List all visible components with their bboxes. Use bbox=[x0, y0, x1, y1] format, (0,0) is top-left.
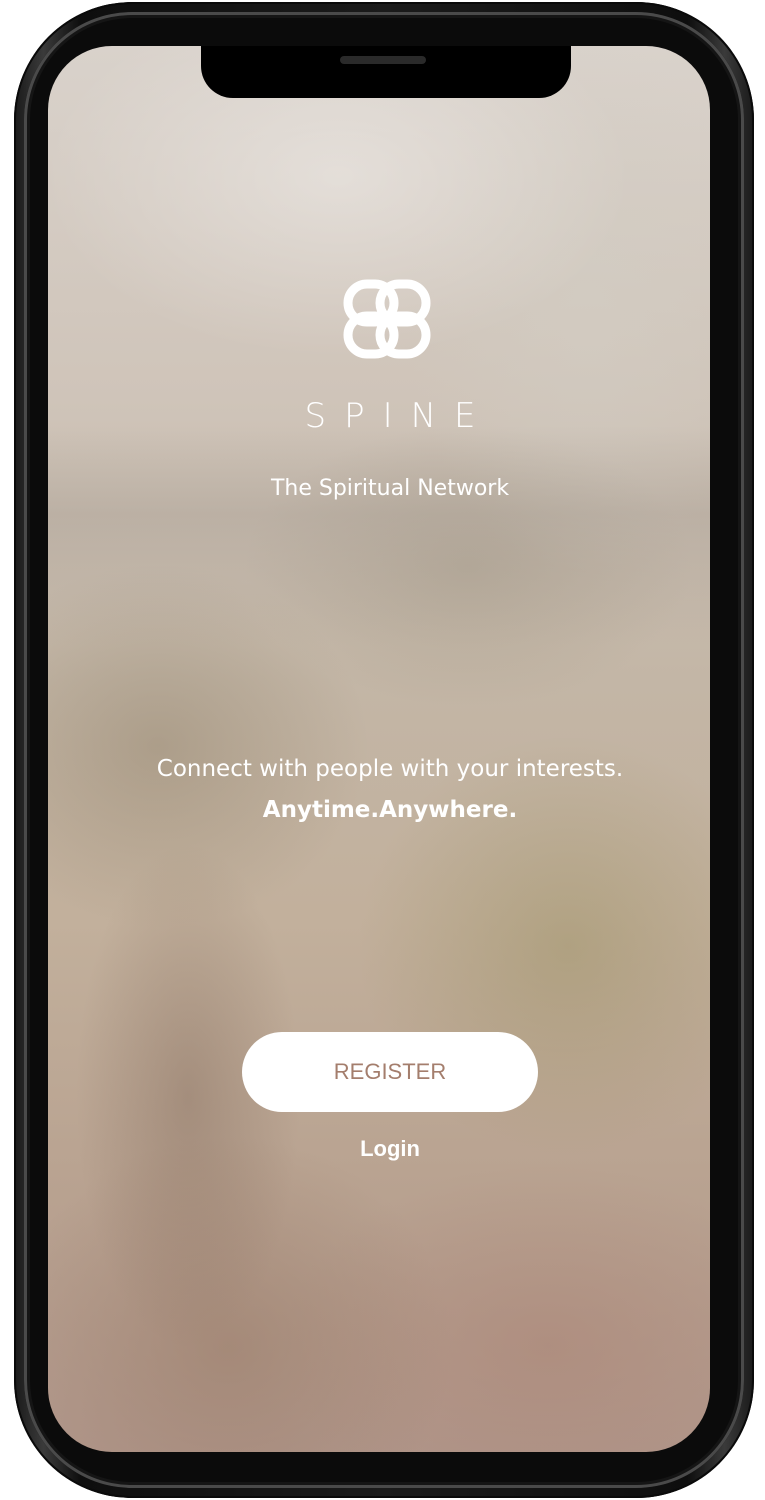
app-screen bbox=[48, 46, 710, 1452]
login-link[interactable]: Login bbox=[290, 1136, 490, 1162]
background-landscape bbox=[48, 426, 710, 646]
intro-text: Connect with people with your interests. bbox=[156, 756, 624, 782]
speaker-grill bbox=[340, 56, 426, 64]
phone-notch bbox=[201, 46, 571, 98]
spine-logo-icon bbox=[343, 279, 431, 359]
brand-name: SPINE bbox=[304, 396, 494, 436]
intro-emphasis: Anytime.Anywhere. bbox=[262, 797, 518, 823]
tagline: The Spiritual Network bbox=[270, 476, 510, 501]
register-button[interactable]: REGISTER bbox=[242, 1032, 538, 1112]
